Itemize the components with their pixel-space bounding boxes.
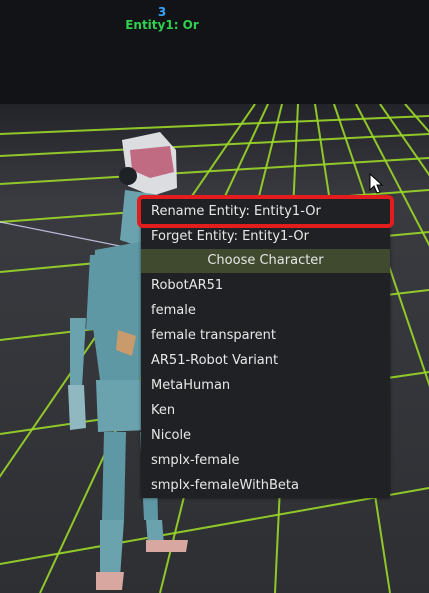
character-item-nicole[interactable]: Nicole <box>141 423 390 448</box>
forget-entity-item[interactable]: Forget Entity: Entity1-Or <box>141 224 390 249</box>
character-item-metahuman[interactable]: MetaHuman <box>141 373 390 398</box>
character-item-ar51-robot-variant[interactable]: AR51-Robot Variant <box>141 348 390 373</box>
character-item-robotar51[interactable]: RobotAR51 <box>141 273 390 298</box>
3d-viewport[interactable]: 3 Entity1: Or Rename Entity: Entity1-Or … <box>0 0 429 593</box>
character-item-female-transparent[interactable]: female transparent <box>141 323 390 348</box>
character-item-smplx-female[interactable]: smplx-female <box>141 448 390 473</box>
character-item-smplx-femalewithbeta[interactable]: smplx-femaleWithBeta <box>141 473 390 498</box>
choose-character-header: Choose Character <box>141 249 390 273</box>
entity-name-label: Entity1: Or <box>125 18 199 32</box>
rename-entity-item[interactable]: Rename Entity: Entity1-Or <box>137 195 394 228</box>
character-item-female[interactable]: female <box>141 298 390 323</box>
entity-count-label: 3 <box>157 5 167 19</box>
mouse-pointer-icon <box>369 173 383 194</box>
entity-context-menu: Rename Entity: Entity1-Or Forget Entity:… <box>137 195 394 498</box>
character-item-ken[interactable]: Ken <box>141 398 390 423</box>
